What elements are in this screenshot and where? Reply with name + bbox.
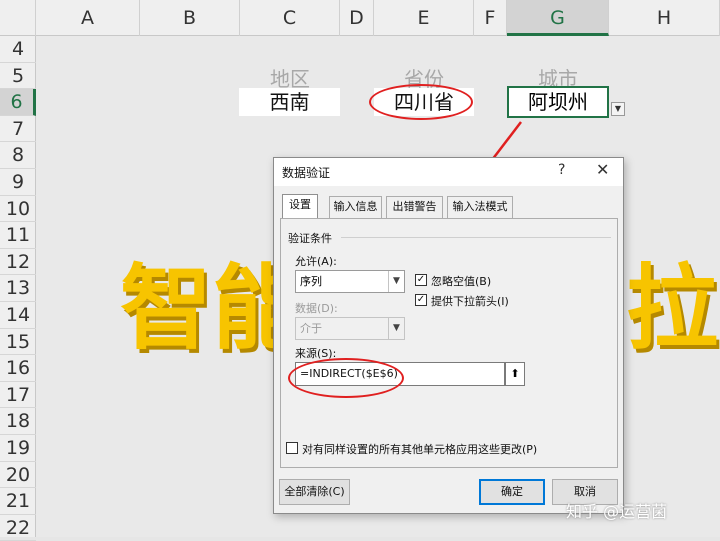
data-select-value: 介于 xyxy=(300,322,322,335)
help-button[interactable]: ? xyxy=(558,162,565,178)
row-header[interactable]: 22 xyxy=(0,515,36,541)
column-header-a[interactable]: A xyxy=(36,0,140,36)
row-header-selected[interactable]: 6 xyxy=(0,89,36,116)
row-header[interactable]: 18 xyxy=(0,408,36,435)
row-header[interactable]: 14 xyxy=(0,302,36,329)
tab-error-alert[interactable]: 出错警告 xyxy=(386,196,443,218)
row-header[interactable]: 7 xyxy=(0,116,36,143)
row-header[interactable]: 13 xyxy=(0,275,36,302)
row-header[interactable]: 9 xyxy=(0,169,36,196)
apply-all-label: 对有同样设置的所有其他单元格应用这些更改(P) xyxy=(302,443,538,456)
column-header-c[interactable]: C xyxy=(240,0,340,36)
watermark: 知乎 @运营菌 xyxy=(566,502,668,521)
dialog-title-bar: 数据验证 ? ✕ xyxy=(274,158,623,186)
allow-label: 允许(A): xyxy=(295,255,337,268)
row-header[interactable]: 15 xyxy=(0,329,36,356)
annotation-oval-province xyxy=(369,84,473,120)
row-header[interactable]: 17 xyxy=(0,382,36,409)
banner-text-right: 拉 xyxy=(626,255,719,362)
clear-all-button[interactable]: 全部清除(C) xyxy=(279,479,350,505)
row-header[interactable]: 5 xyxy=(0,63,36,90)
dropdown-arrow-checkbox[interactable]: ✓ xyxy=(415,294,427,306)
tab-settings[interactable]: 设置 xyxy=(282,194,318,219)
collapse-dialog-icon[interactable]: ⬆ xyxy=(505,362,525,386)
chevron-down-icon: ▼ xyxy=(388,271,404,292)
close-button[interactable]: ✕ xyxy=(596,160,609,179)
row-header[interactable]: 16 xyxy=(0,355,36,382)
chevron-down-icon: ▼ xyxy=(388,318,404,339)
column-header-f[interactable]: F xyxy=(474,0,507,36)
row-header[interactable]: 20 xyxy=(0,462,36,489)
settings-panel: 验证条件 允许(A): 序列 ▼ ✓ 忽略空值(B) ✓ 提供下拉箭头(I) 数… xyxy=(280,218,618,468)
annotation-oval-source xyxy=(288,358,404,398)
cell-city-selected[interactable]: 阿坝州 xyxy=(507,86,609,118)
dropdown-arrow-label: 提供下拉箭头(I) xyxy=(431,295,509,308)
row-header[interactable]: 11 xyxy=(0,222,36,249)
row-header[interactable]: 19 xyxy=(0,435,36,462)
row-header[interactable]: 12 xyxy=(0,249,36,276)
column-header-d[interactable]: D xyxy=(340,0,374,36)
tab-input-message[interactable]: 输入信息 xyxy=(329,196,382,218)
data-label: 数据(D): xyxy=(295,302,338,315)
section-title: 验证条件 xyxy=(288,232,332,245)
row-header[interactable]: 10 xyxy=(0,196,36,223)
section-divider xyxy=(341,237,611,238)
dialog-title: 数据验证 xyxy=(282,166,331,180)
row-header[interactable]: 21 xyxy=(0,488,36,515)
cell-dropdown-button[interactable]: ▼ xyxy=(611,102,625,116)
ignore-blank-label: 忽略空值(B) xyxy=(431,275,492,288)
row-header[interactable]: 8 xyxy=(0,142,36,169)
allow-select-value: 序列 xyxy=(300,275,322,288)
column-header-h[interactable]: H xyxy=(609,0,720,36)
ok-button[interactable]: 确定 xyxy=(479,479,545,505)
cell-region-value[interactable]: 西南 xyxy=(239,88,340,116)
row-header-bar: 4 5 6 7 8 9 10 11 12 13 14 15 16 17 18 1… xyxy=(0,36,36,541)
apply-all-checkbox[interactable] xyxy=(286,442,298,454)
select-all-corner[interactable] xyxy=(0,0,36,36)
column-header-b[interactable]: B xyxy=(140,0,240,36)
allow-select[interactable]: 序列 ▼ xyxy=(295,270,405,293)
column-header-bar: A B C D E F G H xyxy=(0,0,720,36)
column-header-e[interactable]: E xyxy=(374,0,474,36)
data-validation-dialog: 数据验证 ? ✕ 设置 输入信息 出错警告 输入法模式 验证条件 允许(A): … xyxy=(273,157,624,514)
tab-ime-mode[interactable]: 输入法模式 xyxy=(447,196,513,218)
data-select[interactable]: 介于 ▼ xyxy=(295,317,405,340)
ignore-blank-checkbox[interactable]: ✓ xyxy=(415,274,427,286)
row-header[interactable]: 4 xyxy=(0,36,36,63)
column-header-g[interactable]: G xyxy=(507,0,609,36)
